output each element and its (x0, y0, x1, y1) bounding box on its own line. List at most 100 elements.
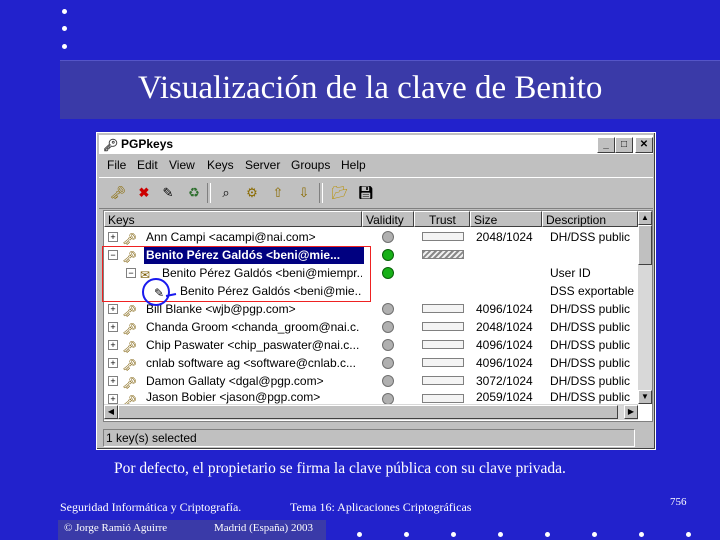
trust-bar (422, 340, 464, 349)
validity-indicator (382, 375, 394, 387)
bullet-dot (62, 44, 67, 49)
key-name: Damon Gallaty <dgal@pgp.com> (146, 374, 324, 388)
minimize-button[interactable]: _ (597, 137, 615, 153)
validity-indicator (382, 357, 394, 369)
scroll-right-button[interactable]: ▶ (624, 405, 638, 419)
horizontal-scrollbar[interactable]: ◀ ▶ (104, 404, 638, 420)
expand-icon[interactable]: + (108, 340, 118, 350)
key-description: DH/DSS public (550, 356, 631, 370)
window-titlebar: 🔑︎ PGPkeys _ □ ✕ (99, 135, 653, 154)
expand-icon[interactable]: + (108, 358, 118, 368)
column-header-validity[interactable]: Validity (362, 211, 414, 227)
validity-indicator (382, 267, 394, 279)
close-button[interactable]: ✕ (635, 137, 653, 153)
key-size: 3072/1024 (476, 374, 533, 388)
bullet-dot (592, 532, 597, 537)
scroll-up-button[interactable]: ▲ (638, 211, 652, 225)
toolbar: 🗝︎ ✖ ✎ ♻ ⌕ ⚙ ⇧ ⇩ 📂︎ 💾︎ (99, 177, 653, 209)
menu-file[interactable]: File (107, 158, 126, 172)
bullet-dot (686, 532, 691, 537)
toolbar-separator (319, 183, 323, 203)
bullet-dot (62, 26, 67, 31)
scroll-down-button[interactable]: ▼ (638, 390, 652, 404)
scroll-left-button[interactable]: ◀ (104, 405, 118, 419)
get-from-server-icon[interactable]: ⇩ (295, 184, 313, 202)
key-size: 2048/1024 (476, 230, 533, 244)
expand-icon[interactable]: + (108, 376, 118, 386)
column-header-trust[interactable]: Trust (414, 211, 470, 227)
expand-icon[interactable]: + (108, 232, 118, 242)
key-description: DH/DSS key p (550, 248, 628, 262)
bullet-dot (498, 532, 503, 537)
key-row[interactable]: + 🗝︎ Jason Bobier <jason@pgp.com> 2059/1… (104, 390, 638, 404)
key-description: DH/DSS public (550, 374, 631, 388)
validity-indicator (382, 249, 394, 261)
send-to-server-icon[interactable]: ⇧ (269, 184, 287, 202)
menu-keys[interactable]: Keys (207, 158, 234, 172)
key-row[interactable]: + 🗝︎ Bill Blanke <wjb@pgp.com> 4096/1024… (104, 300, 638, 318)
status-bar: 1 key(s) selected (103, 429, 651, 447)
bullet-dot (545, 532, 550, 537)
key-row[interactable]: + 🗝︎ Chanda Groom <chanda_groom@nai.c...… (104, 318, 638, 336)
delete-icon[interactable]: ✖ (135, 184, 153, 202)
new-key-icon[interactable]: 🗝︎ (109, 184, 127, 202)
key-row[interactable]: + 🗝︎ cnlab software ag <software@cnlab.c… (104, 354, 638, 372)
footer-place: Madrid (España) 2003 (214, 522, 313, 534)
validity-indicator (382, 321, 394, 333)
key-description: DH/DSS public (550, 390, 631, 404)
trust-bar (422, 250, 464, 259)
key-row[interactable]: + 🗝︎ Ann Campi <acampi@nai.com> 2048/102… (104, 228, 638, 246)
vertical-scrollbar[interactable]: ▲ ▼ (638, 211, 652, 404)
save-icon[interactable]: 💾︎ (357, 184, 375, 202)
validity-indicator (382, 231, 394, 243)
key-size: 4096/1024 (476, 302, 533, 316)
bullet-dot (639, 532, 644, 537)
menu-server[interactable]: Server (245, 158, 280, 172)
trust-bar (422, 304, 464, 313)
slide-title: Visualización de la clave de Benito (138, 70, 603, 106)
trust-bar (422, 232, 464, 241)
key-size: 2048/1024 (476, 248, 533, 262)
key-row[interactable]: + 🗝︎ Damon Gallaty <dgal@pgp.com> 3072/1… (104, 372, 638, 390)
signature-circle-annotation (142, 278, 177, 306)
trust-bar (422, 394, 464, 403)
key-size: 2059/1024 (476, 390, 533, 404)
bullet-dot (451, 532, 456, 537)
maximize-button[interactable]: □ (615, 137, 633, 153)
page-number: 756 (670, 496, 687, 508)
bullet-dot (404, 532, 409, 537)
scroll-thumb[interactable] (118, 405, 618, 419)
key-name: Ann Campi <acampi@nai.com> (146, 230, 316, 244)
expand-icon[interactable]: + (108, 304, 118, 314)
signature-description: DSS exportable (550, 284, 635, 298)
menu-bar: File Edit View Keys Server Groups Help (99, 156, 653, 174)
sign-icon[interactable]: ✎ (159, 184, 177, 202)
expand-icon[interactable]: + (108, 394, 118, 404)
key-row[interactable]: + 🗝︎ Chip Paswater <chip_paswater@nai.c.… (104, 336, 638, 354)
key-app-icon: 🔑︎ (103, 138, 119, 152)
search-icon[interactable]: ⌕ (217, 184, 235, 202)
footer-course: Seguridad Informática y Criptografía. (60, 500, 242, 514)
column-header-description[interactable]: Description (542, 211, 638, 227)
footer-author: © Jorge Ramió Aguirre (64, 522, 168, 534)
validity-indicator (382, 339, 394, 351)
key-name: Chanda Groom <chanda_groom@nai.c... (146, 320, 360, 334)
import-icon[interactable]: 📂︎ (331, 184, 349, 202)
menu-edit[interactable]: Edit (137, 158, 158, 172)
menu-groups[interactable]: Groups (291, 158, 330, 172)
validity-indicator (382, 393, 394, 404)
expand-icon[interactable]: + (108, 322, 118, 332)
key-description: DH/DSS public (550, 320, 631, 334)
key-name: cnlab software ag <software@cnlab.c... (146, 356, 356, 370)
validity-indicator (382, 303, 394, 315)
menu-help[interactable]: Help (341, 158, 366, 172)
slide-caption: Por defecto, el propietario se firma la … (114, 460, 566, 477)
disable-icon[interactable]: ♻ (185, 184, 203, 202)
column-header-keys[interactable]: Keys (104, 211, 362, 227)
column-header-size[interactable]: Size (470, 211, 542, 227)
scroll-thumb[interactable] (638, 225, 652, 265)
properties-icon[interactable]: ⚙ (243, 184, 261, 202)
trust-bar (422, 322, 464, 331)
menu-view[interactable]: View (169, 158, 195, 172)
key-description: DH/DSS public (550, 338, 631, 352)
